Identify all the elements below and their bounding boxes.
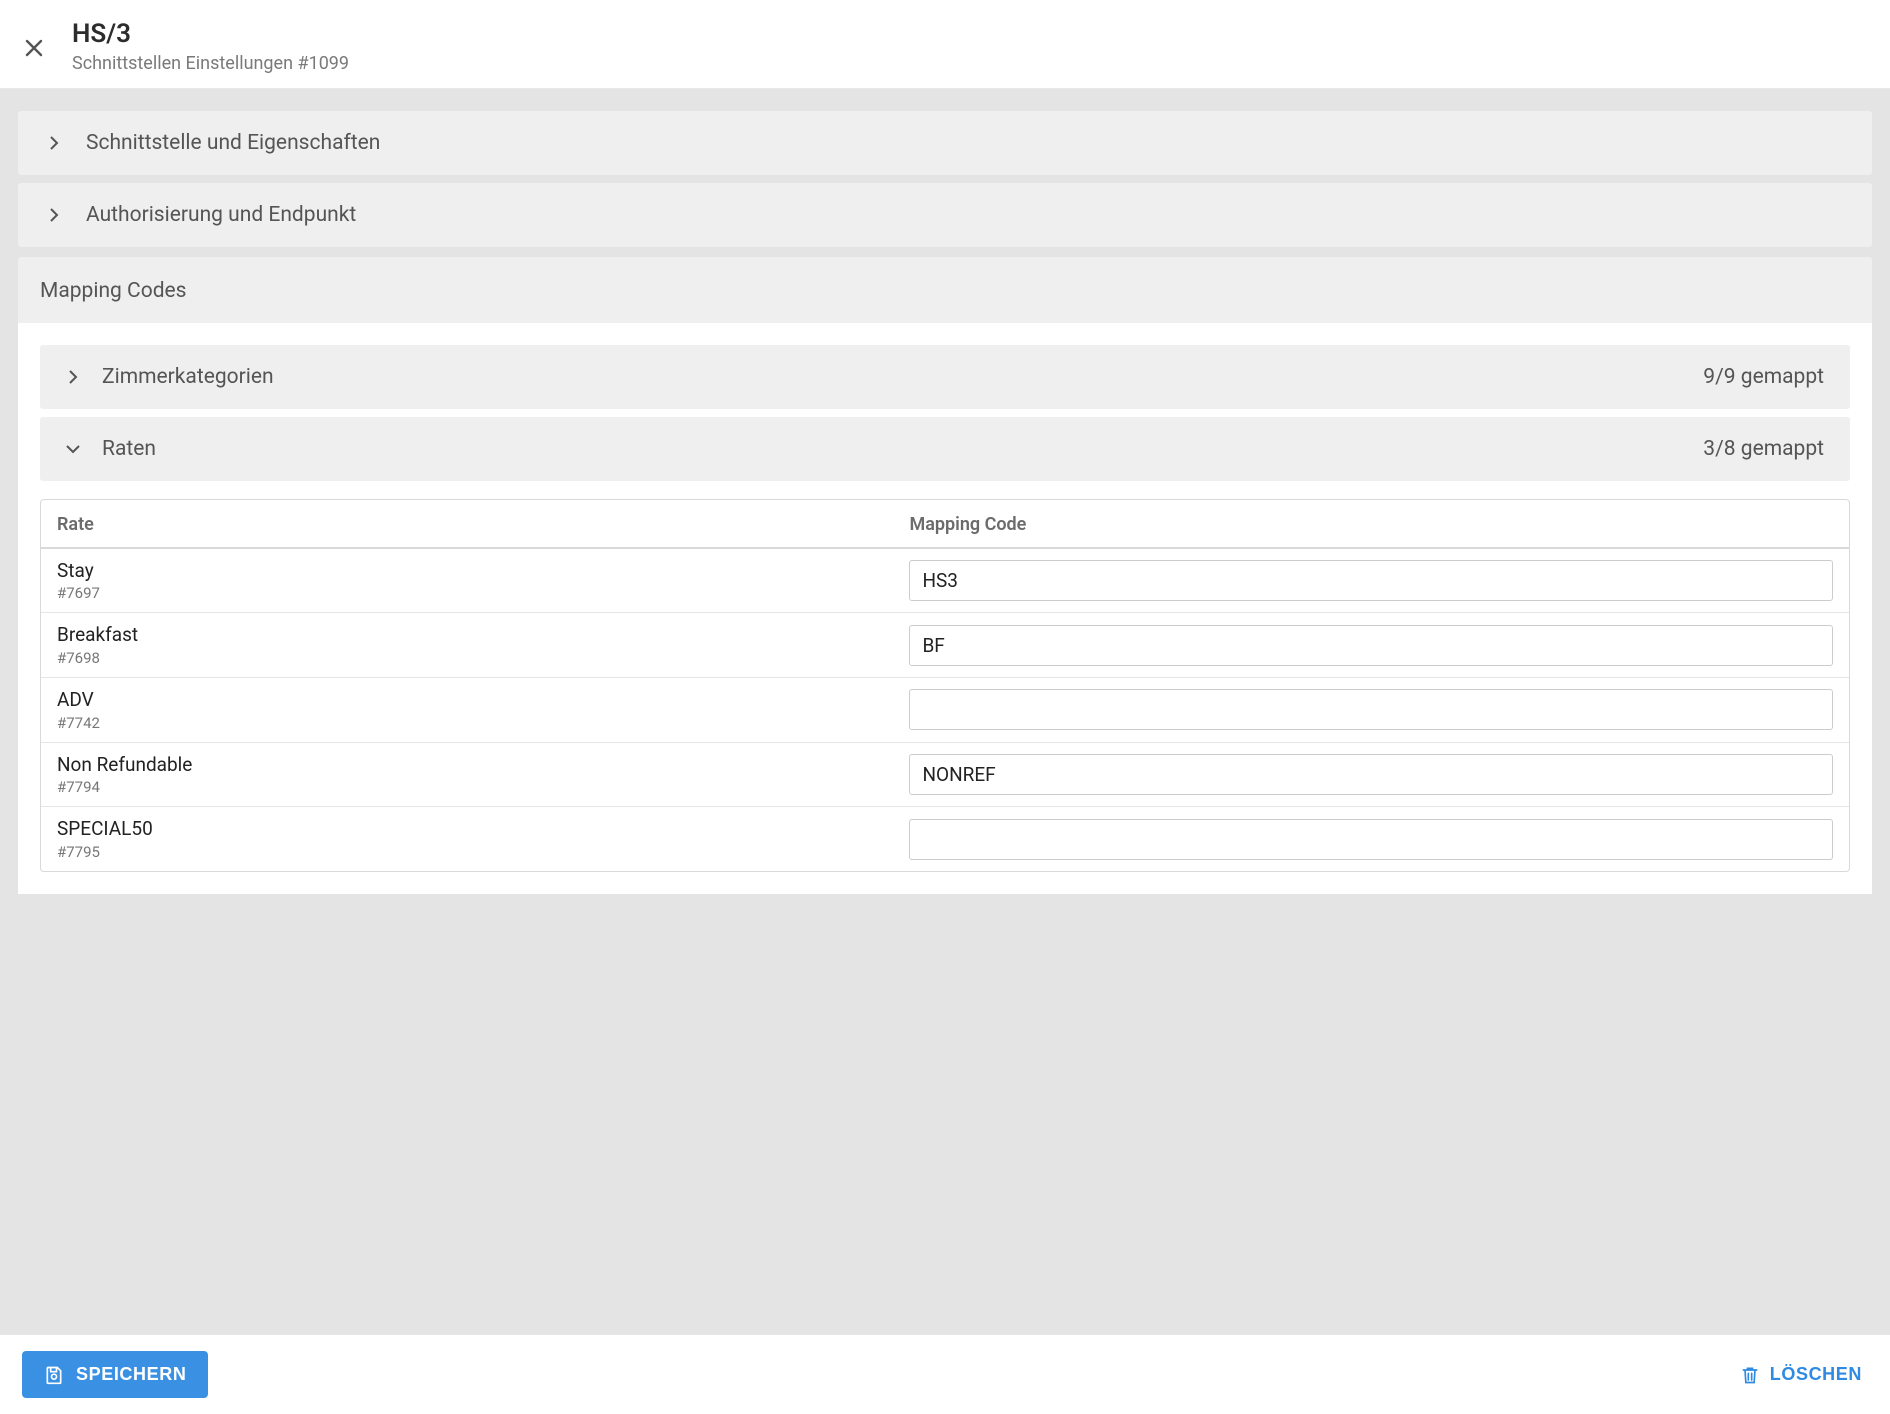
close-icon[interactable] — [24, 34, 44, 58]
chevron-right-icon — [66, 370, 80, 384]
subpanel-label: Zimmerkategorien — [102, 365, 1681, 389]
chevron-right-icon — [46, 208, 62, 222]
rate-id: #7742 — [57, 714, 909, 732]
mapping-code-input[interactable] — [909, 560, 1833, 601]
mapped-count-badge: 3/8 gemappt — [1703, 437, 1824, 461]
rate-id: #7794 — [57, 778, 909, 796]
delete-button[interactable]: LÖSCHEN — [1740, 1364, 1862, 1385]
dialog-footer: SPEICHERN LÖSCHEN — [0, 1334, 1890, 1414]
panel-auth-endpoint[interactable]: Authorisierung und Endpunkt — [18, 183, 1872, 247]
rate-name: Non Refundable — [57, 753, 909, 778]
page-subtitle: Schnittstellen Einstellungen #1099 — [72, 53, 349, 74]
col-header-code: Mapping Code — [909, 514, 1833, 535]
save-button[interactable]: SPEICHERN — [22, 1351, 208, 1398]
table-row: ADV#7742 — [41, 677, 1849, 742]
rate-name: SPECIAL50 — [57, 817, 909, 842]
save-icon — [44, 1365, 64, 1385]
table-row: Non Refundable#7794 — [41, 742, 1849, 807]
rate-id: #7698 — [57, 649, 909, 667]
mapping-code-input[interactable] — [909, 689, 1833, 730]
subpanel-room-categories[interactable]: Zimmerkategorien 9/9 gemappt — [40, 345, 1850, 409]
mapping-code-input[interactable] — [909, 625, 1833, 666]
panel-interface-properties[interactable]: Schnittstelle und Eigenschaften — [18, 111, 1872, 175]
mapping-code-input[interactable] — [909, 819, 1833, 860]
table-row: Stay#7697 — [41, 549, 1849, 613]
subpanel-label: Raten — [102, 437, 1681, 461]
rates-table: Rate Mapping Code Stay#7697Breakfast#769… — [40, 499, 1850, 872]
dialog-header: HS/3 Schnittstellen Einstellungen #1099 — [0, 0, 1890, 89]
chevron-down-icon — [66, 442, 80, 456]
delete-label: LÖSCHEN — [1770, 1364, 1862, 1385]
rate-name: Breakfast — [57, 623, 909, 648]
rate-name: Stay — [57, 559, 909, 584]
panel-label: Schnittstelle und Eigenschaften — [86, 131, 380, 155]
rate-id: #7697 — [57, 584, 909, 602]
table-row: Breakfast#7698 — [41, 612, 1849, 677]
panel-label: Authorisierung und Endpunkt — [86, 203, 356, 227]
trash-icon — [1740, 1365, 1760, 1385]
save-label: SPEICHERN — [76, 1364, 186, 1385]
chevron-right-icon — [46, 136, 62, 150]
rate-id: #7795 — [57, 843, 909, 861]
mapped-count-badge: 9/9 gemappt — [1703, 365, 1824, 389]
col-header-rate: Rate — [57, 514, 909, 535]
section-title: Mapping Codes — [18, 257, 1872, 323]
mapping-code-input[interactable] — [909, 754, 1833, 795]
table-row: SPECIAL50#7795 — [41, 806, 1849, 871]
subpanel-rates[interactable]: Raten 3/8 gemappt — [40, 417, 1850, 481]
rate-name: ADV — [57, 688, 909, 713]
mapping-codes-section: Mapping Codes Zimmerkategorien 9/9 gemap… — [18, 257, 1872, 894]
page-title: HS/3 — [72, 18, 349, 51]
